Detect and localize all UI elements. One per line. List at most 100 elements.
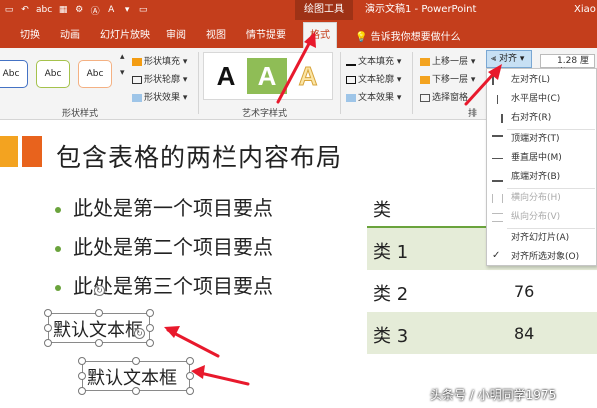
resize-handle[interactable] [78,357,86,365]
distribute-horizontal-icon [492,194,503,203]
rotate-handle-icon[interactable]: ↻ [94,285,105,296]
drawing-tools-context-label: 绘图工具 [295,0,353,20]
wordart-styles-group-label: 艺术字样式 [242,109,288,119]
window-icon[interactable]: ▭ [138,5,148,15]
tab-transitions[interactable]: 切换 [20,28,40,44]
shape-styles-group-label: 形状样式 [62,109,99,119]
menu-distribute-vertical[interactable]: 纵向分布(V) [487,208,596,227]
resize-handle[interactable] [44,324,52,332]
menu-distribute-horizontal[interactable]: 横向分布(H) [487,189,596,208]
text-effects-icon [346,93,356,102]
resize-handle[interactable] [44,339,52,347]
resize-handle[interactable] [186,387,194,395]
wordart-green[interactable]: A [247,58,287,94]
group-separator [340,52,341,114]
text-fill-button[interactable]: 文本填充 ▾ [346,54,401,67]
quick-access-toolbar: ▭ ↶ abc ▦ ⚙ Ⓐ A ▾ ▭ [4,3,148,17]
undo-icon[interactable]: ↶ [20,5,30,15]
align-left-icon [492,76,503,85]
resize-handle[interactable] [95,309,103,317]
checkmark-icon: ✓ [492,250,501,261]
slide-title[interactable]: 包含表格的两栏内容布局 [56,138,342,174]
table-row: 类 2 76 [367,270,597,312]
menu-align-center[interactable]: 水平居中(C) [487,90,596,109]
menu-align-bottom[interactable]: 底端对齐(B) [487,168,596,187]
table-cell: 84 [514,324,535,343]
resize-handle[interactable] [132,387,140,395]
tab-view[interactable]: 视图 [206,28,226,44]
table-cell: 76 [514,282,535,301]
pen-icon [132,75,142,84]
title-accent-bar [0,136,18,167]
shape-style-2[interactable]: Abc [36,60,70,88]
table-cell: 类 1 [373,242,409,263]
menu-align-top[interactable]: 顶端对齐(T) [487,130,596,149]
gallery-more-icon[interactable]: ▾ [120,68,125,78]
text-outline-button[interactable]: 文本轮廓 ▾ [346,72,401,85]
watermark: 头条号 / 小明同学1975 [430,388,557,402]
group-separator [412,52,413,114]
table-row: 类 3 84 [367,312,597,354]
menu-align-right[interactable]: 右对齐(R) [487,109,596,128]
resize-handle[interactable] [186,357,194,365]
spellcheck-icon[interactable]: abc [36,5,52,15]
tab-review[interactable]: 审阅 [166,28,186,44]
text-effects-button[interactable]: 文本效果 ▾ [346,90,401,103]
table-cell: 类 [373,200,391,221]
resize-handle[interactable] [44,309,52,317]
resize-handle[interactable] [146,339,154,347]
selection-pane-button[interactable]: 选择窗格 [420,90,468,103]
resize-handle[interactable] [78,387,86,395]
user-name[interactable]: Xiao [574,0,596,20]
menu-align-to-slide[interactable]: 对齐幻灯片(A) [487,229,596,248]
tab-animations[interactable]: 动画 [60,28,80,44]
tab-slideshow[interactable]: 幻灯片放映 [100,28,150,44]
bullet-dot [55,206,61,213]
bring-forward-button[interactable]: 上移一层 ▾ [420,54,475,67]
wordart-black[interactable]: A [206,58,246,94]
rotate-handle-icon[interactable]: ↻ [134,328,145,339]
resize-handle[interactable] [132,357,140,365]
font-color-icon[interactable]: A [106,5,116,15]
resize-handle[interactable] [186,372,194,380]
shape-effects-button[interactable]: 形状效果 ▾ [132,90,187,103]
paint-bucket-icon [132,57,142,66]
shape-style-1[interactable]: Abc [0,60,28,88]
gallery-scroll-icon[interactable]: ▴ [120,52,125,62]
table-cell: 类 3 [373,326,409,347]
align-right-icon [492,114,503,123]
shape-effects-icon [132,93,142,102]
shape-outline-button[interactable]: 形状轮廓 ▾ [132,72,187,85]
resize-handle[interactable] [146,324,154,332]
align-dropdown-button[interactable]: ⫷ 对齐 ▾ [486,50,532,68]
send-backward-button[interactable]: 下移一层 ▾ [420,72,475,85]
shape-style-3[interactable]: Abc [78,60,112,88]
bullet-dot [55,245,61,252]
dropdown-icon[interactable]: ▾ [122,5,132,15]
settings-icon[interactable]: ⚙ [74,5,84,15]
text-outline-icon [346,75,356,84]
bullet-item[interactable]: 此处是第一个项目要点 [55,192,273,221]
tab-storyboard[interactable]: 情节提要 [246,28,286,44]
menu-align-middle[interactable]: 垂直居中(M) [487,149,596,168]
distribute-vertical-icon [492,213,503,222]
tab-format[interactable]: 格式 [303,22,337,48]
resize-handle[interactable] [95,339,103,347]
table-icon[interactable]: ▦ [58,5,68,15]
bullet-item[interactable]: 此处是第三个项目要点 [55,270,273,299]
wordart-icon[interactable]: Ⓐ [90,4,100,17]
align-bottom-icon [492,173,503,182]
menu-align-left[interactable]: 左对齐(L) [487,71,596,90]
tell-me-search[interactable]: 💡 告诉我你想要做什么 [355,28,461,43]
shape-fill-button[interactable]: 形状填充 ▾ [132,54,187,67]
resize-handle[interactable] [78,372,86,380]
save-icon[interactable]: ▭ [4,5,14,15]
bring-forward-icon [420,57,430,66]
shape-height-field[interactable]: 1.28 厘米 [540,54,595,78]
wordart-gold[interactable]: A [288,58,328,94]
resize-handle[interactable] [146,309,154,317]
ribbon-tab-row: 切换 动画 幻灯片放映 审阅 视图 情节提要 💡 告诉我你想要做什么 [0,20,597,48]
bullet-item[interactable]: 此处是第二个项目要点 [55,231,273,260]
send-backward-icon [420,75,430,84]
menu-align-selected-objects[interactable]: ✓ 对齐所选对象(O) [487,248,596,267]
